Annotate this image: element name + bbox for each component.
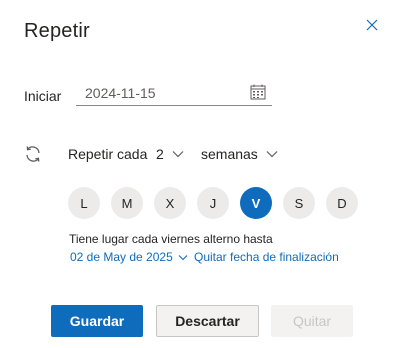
unit-value: semanas <box>201 146 258 162</box>
start-label: Iniciar <box>24 88 62 104</box>
calendar-icon[interactable] <box>250 84 266 100</box>
day-toggle-tuesday[interactable]: M <box>111 187 143 219</box>
remove-button[interactable]: Quitar <box>271 305 353 337</box>
day-toggle-sunday[interactable]: D <box>326 187 358 219</box>
interval-dropdown[interactable]: 2 <box>156 143 184 165</box>
weekday-selector: L M X J V S D <box>68 187 358 219</box>
end-date-dropdown[interactable]: 02 de May de 2025 <box>70 250 188 264</box>
day-toggle-monday[interactable]: L <box>68 187 100 219</box>
recurrence-summary: Tiene lugar cada viernes alterno hasta <box>69 232 273 246</box>
day-toggle-thursday[interactable]: J <box>197 187 229 219</box>
repeat-icon <box>26 146 40 162</box>
interval-value: 2 <box>156 146 164 162</box>
day-toggle-saturday[interactable]: S <box>283 187 315 219</box>
day-toggle-wednesday[interactable]: X <box>154 187 186 219</box>
repeat-every-label: Repetir cada <box>68 146 148 162</box>
close-button[interactable] <box>362 15 382 35</box>
end-date-value: 02 de May de 2025 <box>70 250 173 264</box>
save-button[interactable]: Guardar <box>51 305 143 337</box>
start-date-field[interactable]: 2024-11-15 <box>76 80 272 106</box>
unit-dropdown[interactable]: semanas <box>201 143 278 165</box>
day-toggle-friday[interactable]: V <box>240 187 272 219</box>
chevron-down-icon <box>172 151 184 158</box>
close-icon <box>366 19 378 31</box>
discard-button[interactable]: Descartar <box>156 305 259 337</box>
chevron-down-icon <box>266 151 278 158</box>
start-date-value: 2024-11-15 <box>85 85 156 101</box>
chevron-down-icon <box>178 254 188 260</box>
remove-end-date-link[interactable]: Quitar fecha de finalización <box>194 250 339 264</box>
repeat-dialog: Repetir Iniciar 2024-11-15 Repetir cada … <box>0 0 404 348</box>
dialog-title: Repetir <box>24 20 90 42</box>
